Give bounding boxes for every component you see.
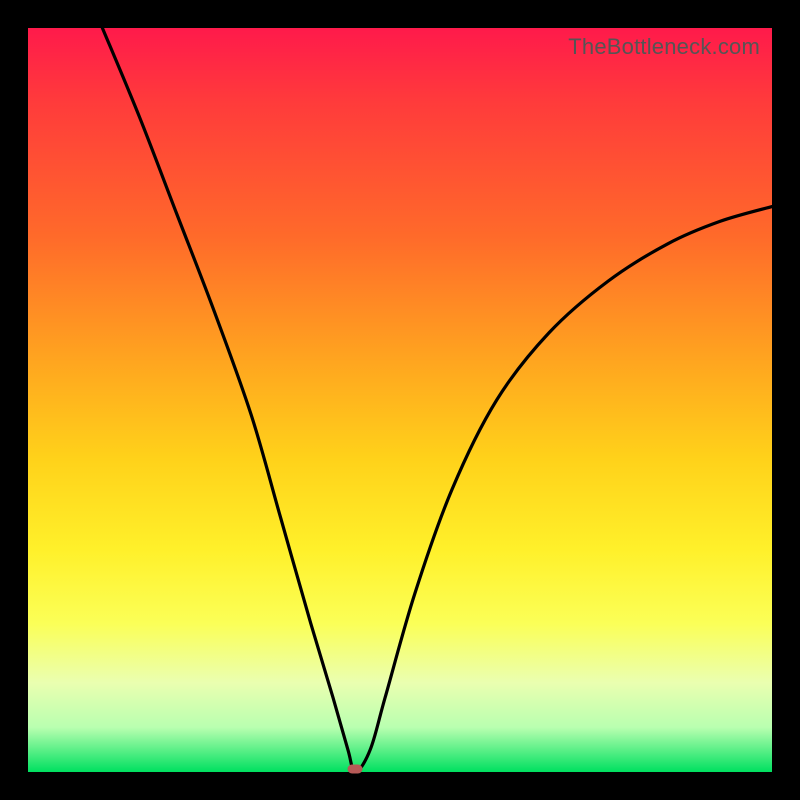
bottleneck-curve (28, 28, 772, 772)
chart-plot-area: TheBottleneck.com (28, 28, 772, 772)
curve-path (102, 28, 772, 772)
optimum-marker (348, 765, 363, 774)
chart-frame: TheBottleneck.com (0, 0, 800, 800)
